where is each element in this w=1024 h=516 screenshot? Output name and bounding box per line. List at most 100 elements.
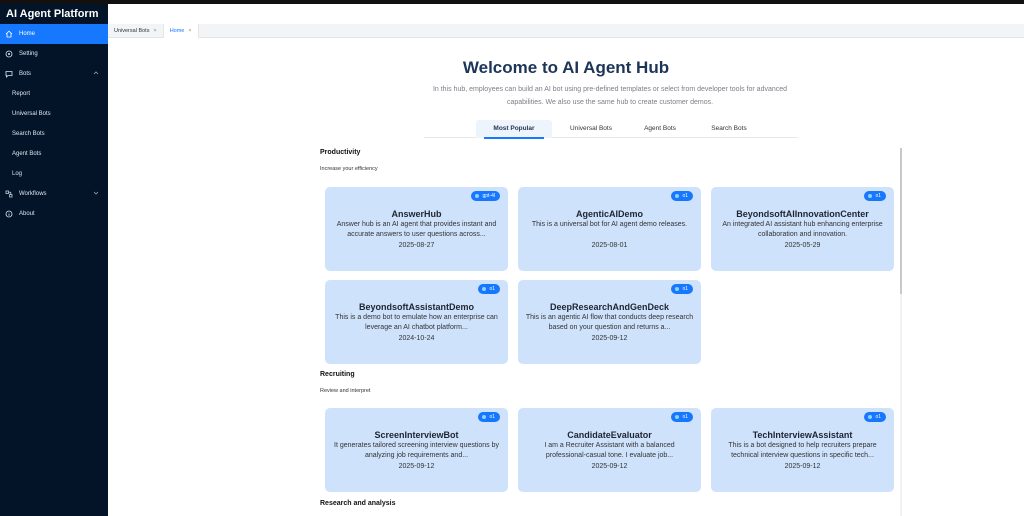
- sidebar-item-label: Search Bots: [12, 131, 45, 137]
- bot-card[interactable]: o1 TechInterviewAssistant This is a bot …: [711, 408, 894, 492]
- section-title: Recruiting: [320, 371, 355, 378]
- bot-card[interactable]: o1 DeepResearchAndGenDeck This is an age…: [518, 280, 701, 364]
- bot-name: BeyondsoftAIInnovationCenter: [736, 209, 869, 219]
- sidebar-item-universal-bots[interactable]: Universal Bots: [0, 104, 108, 124]
- section-title: Productivity: [320, 149, 361, 156]
- bot-name: AgenticAIDemo: [575, 209, 643, 219]
- tab-label: Home: [169, 28, 185, 34]
- bot-date: 2025-09-12: [784, 463, 821, 470]
- bot-description: I am a Recruiter Assistant with a balanc…: [544, 442, 675, 459]
- sidebar: AI Agent Platform Home Setting Bots Repo…: [0, 4, 108, 516]
- bot-name: AnswerHub: [391, 209, 442, 219]
- bot-description: Answer hub is an AI agent that provides …: [336, 221, 497, 238]
- chevron-down-icon: [93, 190, 99, 198]
- badge-label: o1: [682, 414, 688, 420]
- sidebar-item-workflows[interactable]: Workflows: [0, 184, 108, 204]
- bot-date: 2025-09-12: [591, 463, 628, 470]
- top-strip: [0, 0, 1024, 4]
- badge-label: o1: [489, 414, 495, 420]
- sidebar-item-label: Agent Bots: [12, 151, 42, 157]
- model-badge: gpt-4l: [471, 191, 500, 201]
- info-icon: [5, 210, 13, 218]
- close-icon[interactable]: ×: [153, 28, 156, 34]
- sidebar-item-label: Log: [12, 171, 23, 177]
- sidebar-item-log[interactable]: Log: [0, 164, 108, 184]
- tab-home[interactable]: Home ×: [163, 24, 199, 38]
- gear-icon: [5, 50, 13, 58]
- tab-agent-bots[interactable]: Agent Bots: [630, 120, 690, 138]
- badge-label: o1: [875, 414, 881, 420]
- badge-label: o1: [489, 286, 495, 292]
- home-icon: [5, 30, 13, 38]
- model-icon: [868, 194, 873, 198]
- bot-card[interactable]: o1 BeyondsoftAIInnovationCenter An integ…: [711, 187, 894, 271]
- model-icon: [675, 194, 680, 198]
- model-badge: o1: [864, 191, 886, 201]
- page-tabs: Universal Bots × Home ×: [108, 24, 1024, 38]
- close-icon[interactable]: ×: [188, 28, 191, 34]
- scrollbar-thumb[interactable]: [900, 148, 902, 294]
- main-content: Welcome to AI Agent Hub In this hub, emp…: [108, 38, 1024, 516]
- model-icon: [475, 194, 480, 198]
- sidebar-item-search-bots[interactable]: Search Bots: [0, 124, 108, 144]
- bot-date: 2025-08-27: [398, 242, 435, 249]
- model-badge: o1: [671, 412, 693, 422]
- sidebar-item-report[interactable]: Report: [0, 84, 108, 104]
- tab-search-bots[interactable]: Search Bots: [694, 120, 764, 138]
- page-title: Welcome to AI Agent Hub: [462, 58, 670, 77]
- bot-date: 2025-08-01: [591, 242, 628, 249]
- tab-most-popular[interactable]: Most Popular: [476, 120, 552, 139]
- filter-tabs: Most Popular Universal Bots Agent Bots S…: [424, 120, 798, 139]
- sidebar-item-label: Setting: [19, 51, 38, 57]
- bot-date: 2025-05-29: [784, 242, 821, 249]
- sidebar-item-about[interactable]: About: [0, 204, 108, 224]
- sidebar-item-agent-bots[interactable]: Agent Bots: [0, 144, 108, 164]
- sidebar-item-label: Bots: [19, 71, 32, 77]
- bot-date: 2025-09-12: [591, 335, 628, 342]
- app-title: AI Agent Platform: [6, 8, 99, 20]
- sidebar-item-home[interactable]: Home: [0, 24, 108, 44]
- section-subtitle: Increase your efficiency: [320, 166, 378, 172]
- bot-date: 2024-10-24: [398, 335, 435, 342]
- sidebar-item-label: About: [19, 211, 35, 217]
- bot-card[interactable]: o1 BeyondsoftAssistantDemo This is a dem…: [325, 280, 508, 364]
- badge-label: gpt-4l: [482, 193, 495, 199]
- section-title: Research and analysis: [320, 500, 396, 507]
- bot-card[interactable]: o1 AgenticAIDemo This is a universal bot…: [518, 187, 701, 271]
- model-icon: [675, 287, 680, 291]
- bot-description: This is a bot designed to help recruiter…: [728, 442, 877, 459]
- model-badge: o1: [671, 284, 693, 294]
- model-icon: [482, 287, 487, 291]
- model-badge: o1: [671, 191, 693, 201]
- sidebar-item-label: Home: [19, 31, 36, 37]
- badge-label: o1: [875, 193, 881, 199]
- tab-universal-bots[interactable]: Universal Bots ×: [108, 24, 164, 38]
- tab-universal-bots-filter[interactable]: Universal Bots: [556, 120, 626, 138]
- badge-label: o1: [682, 193, 688, 199]
- sidebar-item-bots[interactable]: Bots: [0, 64, 108, 84]
- bot-card[interactable]: o1 ScreenInterviewBot It generates tailo…: [325, 408, 508, 492]
- bot-name: CandidateEvaluator: [567, 430, 652, 440]
- bot-name: DeepResearchAndGenDeck: [549, 302, 670, 312]
- chat-icon: [5, 70, 13, 78]
- bot-description: This is a demo bot to emulate how an ent…: [335, 314, 498, 331]
- bot-description: It generates tailored screening intervie…: [334, 442, 499, 459]
- model-icon: [482, 415, 487, 419]
- sidebar-item-label: Workflows: [19, 191, 47, 197]
- bot-card[interactable]: o1 CandidateEvaluator I am a Recruiter A…: [518, 408, 701, 492]
- bot-description: This is a universal bot for AI agent dem…: [531, 221, 688, 228]
- section-subtitle: Review and interpret: [320, 388, 371, 394]
- model-badge: o1: [478, 412, 500, 422]
- bot-description: An integrated AI assistant hub enhancing…: [722, 221, 883, 238]
- bot-name: TechInterviewAssistant: [752, 430, 853, 440]
- bot-name: ScreenInterviewBot: [374, 430, 459, 440]
- workflow-icon: [5, 190, 13, 198]
- page-description: In this hub, employees can build an AI b…: [432, 86, 788, 106]
- model-icon: [675, 415, 680, 419]
- sidebar-item-label: Report: [12, 91, 31, 97]
- model-icon: [868, 415, 873, 419]
- scrollbar[interactable]: [900, 148, 902, 516]
- sidebar-item-setting[interactable]: Setting: [0, 44, 108, 64]
- bot-name: BeyondsoftAssistantDemo: [358, 302, 475, 312]
- bot-card[interactable]: gpt-4l AnswerHub Answer hub is an AI age…: [325, 187, 508, 271]
